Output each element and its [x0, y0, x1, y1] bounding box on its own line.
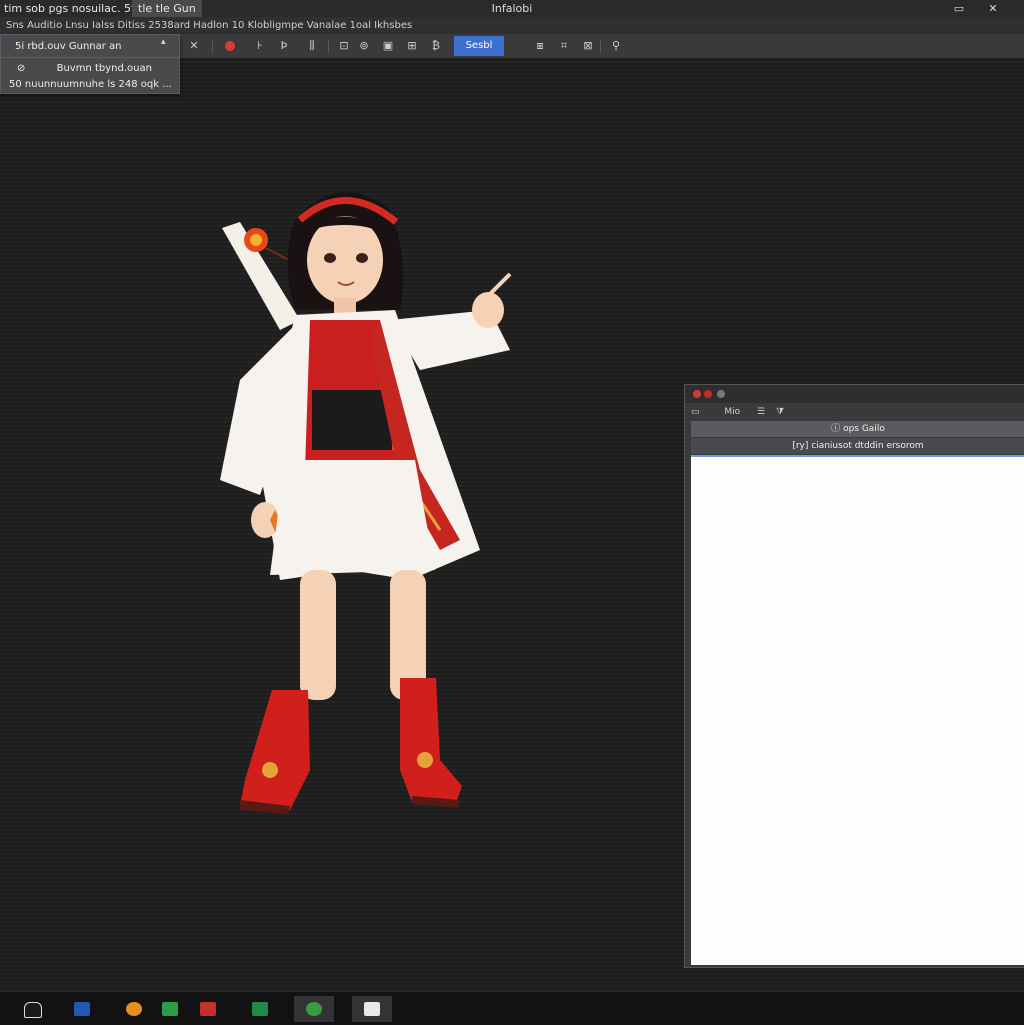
move-icon[interactable]: ✕ — [186, 38, 202, 54]
filter-icon[interactable]: ⧆ — [532, 38, 548, 54]
dropdown-item[interactable]: 5i rbd.ouv Gunnar an — [15, 41, 165, 52]
image-icon[interactable]: ▣ — [380, 38, 396, 54]
frame-icon[interactable]: ⊚ — [356, 38, 372, 54]
type-icon[interactable]: Þ — [276, 38, 292, 54]
record-icon[interactable] — [222, 38, 238, 54]
selected-tool-button[interactable]: Sesbl — [454, 36, 504, 56]
panel-toolbar: ▭ Mio ☰ ⧩ — [691, 405, 1021, 419]
app-green-icon[interactable] — [150, 996, 190, 1022]
minimize-dot-icon[interactable] — [704, 390, 712, 398]
bars-icon[interactable]: ⫼ — [304, 38, 320, 54]
brush-icon[interactable]: ₿ — [428, 38, 444, 54]
toolbar-separator — [212, 40, 213, 53]
layers-icon[interactable]: ⊡ — [336, 38, 352, 54]
window-title: Infalobi — [491, 2, 533, 15]
dropdown-item[interactable]: 50 nuunnuumnuhe ls 248 oqk ... — [9, 79, 177, 90]
panel-path-field[interactable]: [ry] cianiusot dtddin ersorom — [691, 438, 1024, 454]
character-illustration — [220, 192, 512, 814]
dropdown-item[interactable]: ⊘ Buvmn tbynd.ouan — [17, 63, 167, 74]
search-icon[interactable]: ⚲ — [608, 38, 624, 54]
toolbar-separator — [328, 40, 329, 53]
dropdown-menu: 5i rbd.ouv Gunnar an ▴ ⊘ Buvmn tbynd.oua… — [0, 34, 180, 94]
caret-up-icon[interactable]: ▴ — [161, 37, 166, 47]
menu-text[interactable]: Sns Auditio Lnsu Ialss Ditiss 2538ard Ha… — [6, 20, 412, 31]
home-icon[interactable] — [12, 996, 52, 1022]
dropdown-divider — [1, 57, 179, 58]
minimize-button[interactable]: ▭ — [946, 0, 972, 17]
globe-icon[interactable] — [294, 996, 334, 1022]
window-icon[interactable] — [62, 996, 102, 1022]
transform-icon[interactable]: ⊠ — [580, 38, 596, 54]
close-dot-icon[interactable] — [693, 390, 701, 398]
pin-icon[interactable]: ⊦ — [252, 38, 268, 54]
grid-icon[interactable]: ⊞ — [404, 38, 420, 54]
info-icon: ⓘ — [831, 424, 841, 434]
taskbar — [0, 991, 1024, 1025]
panel-header[interactable] — [685, 385, 1024, 403]
panel-content[interactable] — [691, 455, 1024, 965]
maximize-dot-icon[interactable] — [717, 390, 725, 398]
crop-icon[interactable]: ⌗ — [556, 38, 572, 54]
filter-icon[interactable]: ⧩ — [776, 407, 784, 417]
browser-icon[interactable] — [114, 996, 154, 1022]
app-red-icon[interactable] — [188, 996, 228, 1022]
panel-menu-icon[interactable]: ▭ — [691, 407, 700, 417]
app-sheet-icon[interactable] — [240, 996, 280, 1022]
menu-bar: Sns Auditio Lnsu Ialss Ditiss 2538ard Ha… — [0, 17, 1024, 34]
toolbar-separator — [600, 40, 601, 53]
panel-icon[interactable] — [352, 996, 392, 1022]
close-button[interactable]: ✕ — [980, 0, 1006, 17]
panel-field[interactable]: ⓘ ops Gailo — [691, 421, 1024, 437]
settings-icon: ⊘ — [17, 63, 26, 74]
list-icon[interactable]: ☰ — [757, 407, 765, 417]
title-bar: tim sob pgs nosuilac. 5tk tle tle Gun In… — [0, 0, 1024, 18]
panel-tab[interactable]: Mio — [724, 407, 740, 417]
floating-panel: ▭ Mio ☰ ⧩ ⓘ ops Gailo [ry] cianiusot dtd… — [684, 384, 1024, 968]
